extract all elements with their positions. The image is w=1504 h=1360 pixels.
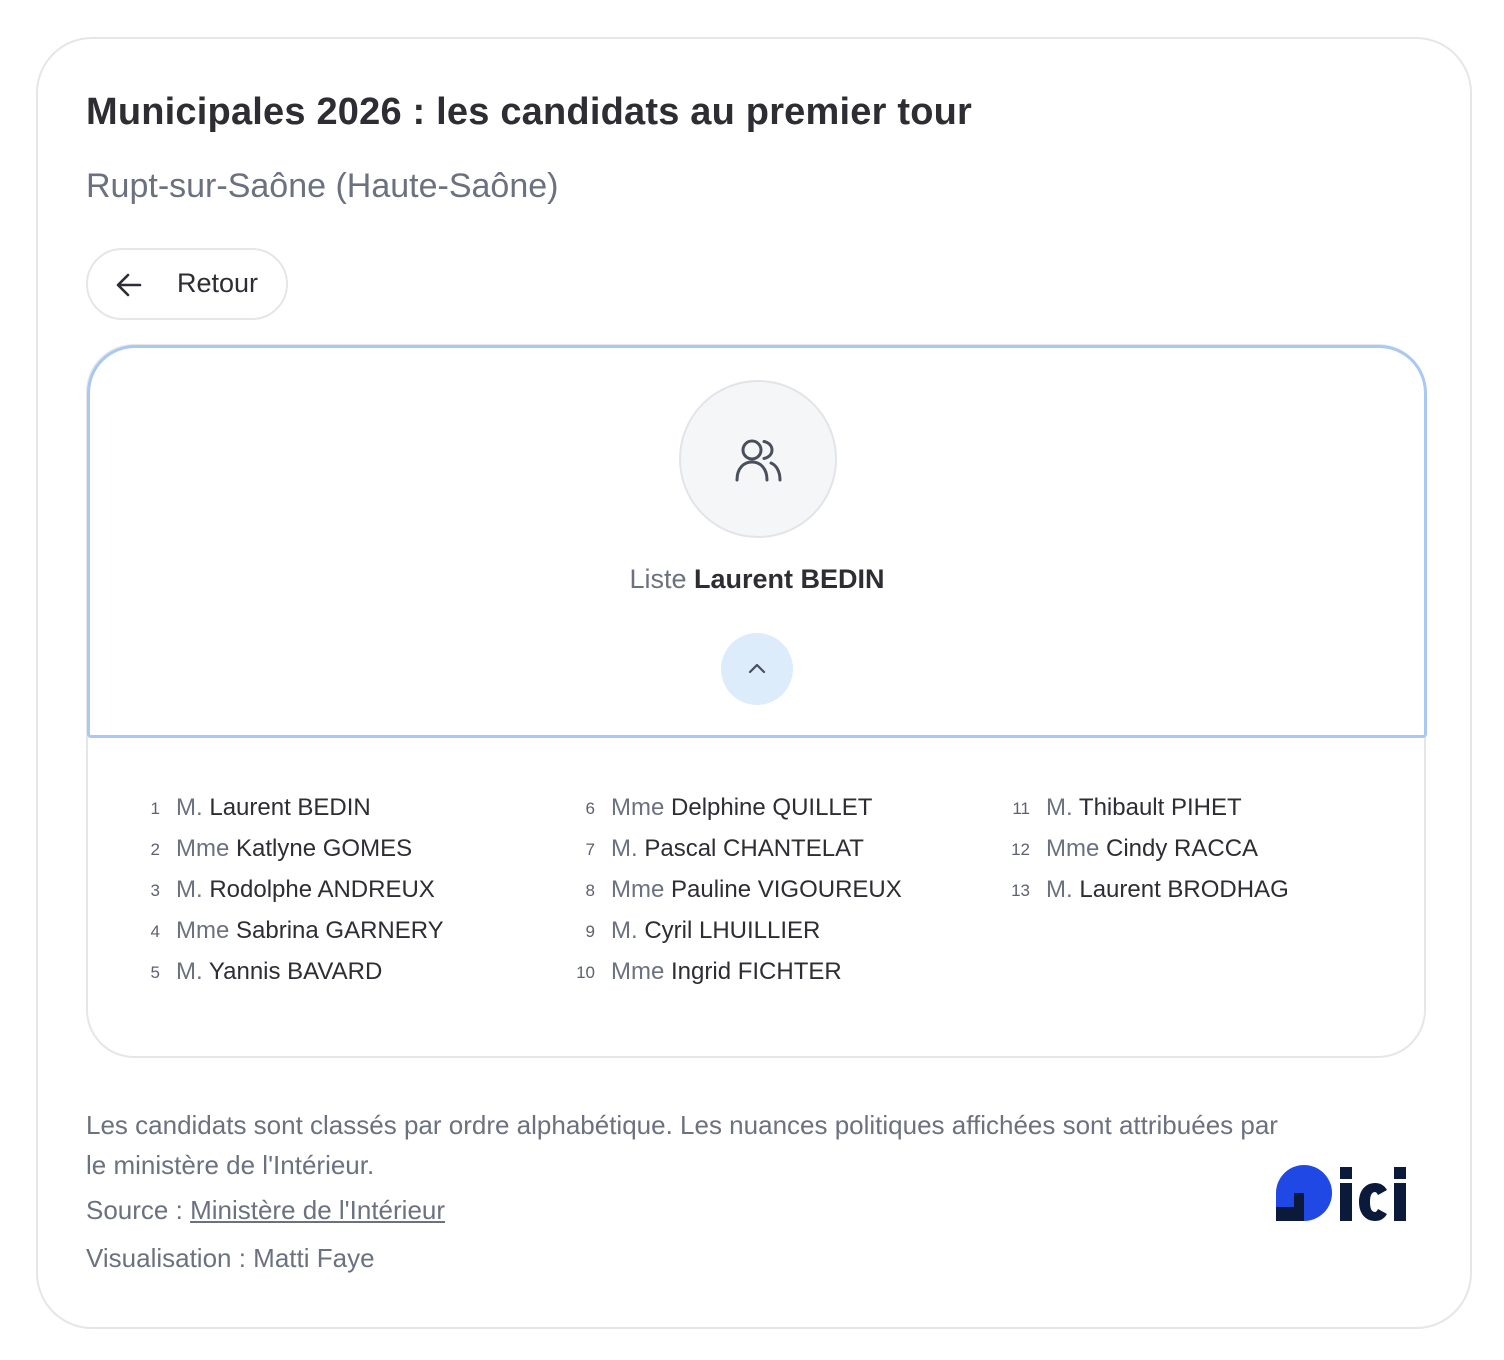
candidate-title: M. — [1046, 794, 1073, 821]
candidate-name: Cyril LHUILLIER — [644, 917, 821, 944]
candidate-title: M. — [176, 958, 203, 985]
list-avatar — [679, 380, 837, 538]
candidate-civility: M. Laurent BRODHAG — [1046, 876, 1289, 904]
candidate-civility: Mme Ingrid FICHTER — [611, 958, 842, 986]
candidate-rank: 6 — [585, 799, 595, 818]
candidates-grid: 1 M. Laurent BEDIN 2 Mme Katlyne GOMES 3 M. R… — [88, 794, 1428, 1034]
candidate-civility: M. Thibault PIHET — [1046, 794, 1242, 822]
candidate-title: Mme — [1046, 835, 1100, 862]
candidate-civility: M. Pascal CHANTELAT — [611, 835, 864, 863]
widget-card: Municipales 2026 : les candidats au prem… — [36, 37, 1472, 1329]
candidate-name: Cindy RACCA — [1106, 835, 1259, 862]
candidate-civility: Mme Cindy RACCA — [1046, 835, 1258, 863]
candidate-title: Mme — [176, 917, 230, 944]
candidate-rank: 7 — [585, 840, 595, 859]
candidate-name: Yannis BAVARD — [208, 958, 383, 985]
candidate-civility: Mme Katlyne GOMES — [176, 835, 412, 863]
arrow-left-icon — [116, 273, 142, 297]
page-title: Municipales 2026 : les candidats au prem… — [86, 91, 973, 133]
candidate-rank: 2 — [150, 840, 160, 859]
candidate-title: M. — [611, 917, 638, 944]
list-title: Liste Laurent BEDIN — [90, 564, 1424, 595]
candidate-title: Mme — [611, 794, 665, 821]
candidate-title: M. — [176, 794, 203, 821]
candidate-rank: 5 — [150, 963, 160, 982]
candidate-civility: M. Laurent BEDIN — [176, 794, 371, 822]
candidate-name: Thibault PIHET — [1078, 794, 1242, 821]
candidate-rank: 11 — [1012, 799, 1030, 818]
candidate-rank: 1 — [150, 799, 160, 818]
candidate-name: Laurent BEDIN — [209, 794, 371, 821]
candidate-title: M. — [1046, 876, 1073, 903]
candidate-rank: 3 — [150, 881, 160, 900]
back-button-label: Retour — [177, 268, 259, 298]
candidate-name: Ingrid FICHTER — [671, 958, 842, 985]
list-title-name: Laurent BEDIN — [694, 564, 885, 594]
candidate-name: Rodolphe ANDREUX — [209, 876, 435, 903]
candidate-civility: Mme Delphine QUILLET — [611, 794, 872, 822]
commune-subtitle: Rupt-sur-Saône (Haute-Saône) — [86, 167, 559, 205]
collapse-button[interactable] — [721, 633, 793, 705]
candidate-civility: M. Cyril LHUILLIER — [611, 917, 820, 945]
candidate-title: Mme — [611, 958, 665, 985]
visualisation-credit: Visualisation : Matti Faye — [86, 1243, 375, 1273]
candidate-name: Pascal CHANTELAT — [644, 835, 864, 862]
candidate-name: Delphine QUILLET — [671, 794, 873, 821]
candidate-civility: Mme Sabrina GARNERY — [176, 917, 444, 945]
source-label: Source : — [86, 1195, 191, 1225]
candidate-title: M. — [611, 835, 638, 862]
candidate-title: M. — [176, 876, 203, 903]
candidate-name: Sabrina GARNERY — [236, 917, 444, 944]
chevron-up-icon — [748, 663, 766, 674]
candidate-name: Laurent BRODHAG — [1079, 876, 1289, 903]
candidate-name: Katlyne GOMES — [236, 835, 413, 862]
candidate-rank: 13 — [1011, 881, 1030, 900]
candidate-name: Pauline VIGOUREUX — [671, 876, 902, 903]
candidate-title: Mme — [176, 835, 230, 862]
candidate-rank: 12 — [1011, 840, 1030, 859]
candidate-title: Mme — [611, 876, 665, 903]
back-button[interactable]: Retour — [86, 248, 288, 320]
candidate-rank: 8 — [585, 881, 595, 900]
list-title-prefix: Liste — [629, 564, 687, 594]
methodology-note: Les candidats sont classés par ordre alp… — [86, 1110, 1278, 1180]
candidate-civility: M. Rodolphe ANDREUX — [176, 876, 435, 904]
source-line: Source : Ministère de l'Intérieur — [86, 1195, 445, 1226]
candidate-civility: M. Yannis BAVARD — [176, 958, 382, 986]
candidate-list-card: Liste Laurent BEDIN 1 M. Laurent BEDIN 2 Mm… — [86, 344, 1428, 1058]
source-link[interactable]: Ministère de l'Intérieur — [190, 1195, 445, 1225]
ici-logo — [1276, 1165, 1406, 1221]
list-header[interactable]: Liste Laurent BEDIN — [87, 345, 1427, 738]
candidate-rank: 9 — [585, 922, 595, 941]
candidate-rank: 10 — [576, 963, 595, 982]
candidate-rank: 4 — [150, 922, 160, 941]
candidate-civility: Mme Pauline VIGOUREUX — [611, 876, 902, 904]
users-icon — [735, 439, 782, 482]
